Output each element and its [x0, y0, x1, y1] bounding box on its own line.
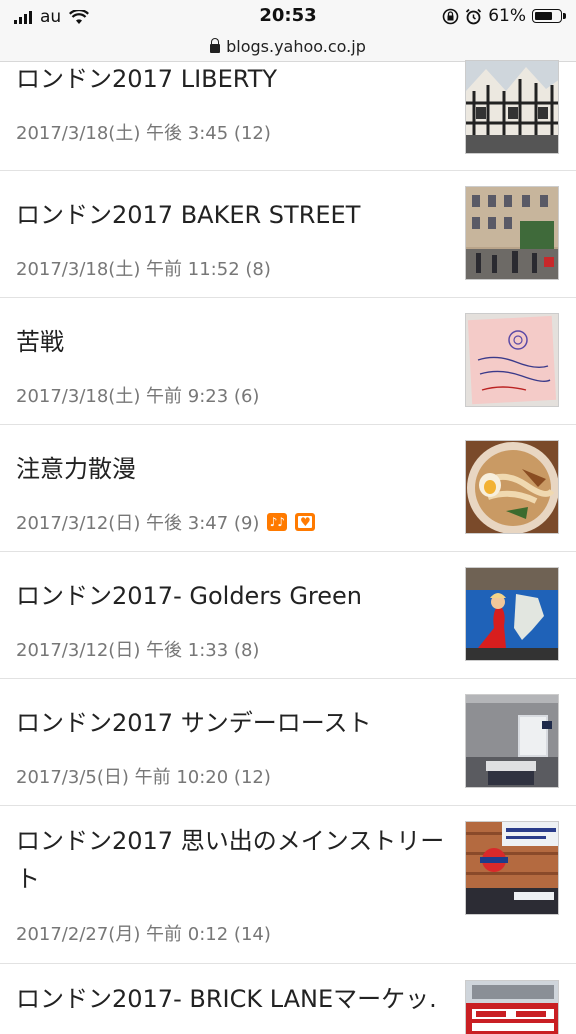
- list-item[interactable]: 注意力散漫 2017/3/12(日) 午後 3:47 (9) ♪♪ ♥: [0, 425, 576, 552]
- battery-icon: [532, 9, 566, 23]
- list-item[interactable]: ロンドン2017 LIBERTY 2017/3/18(土) 午後 3:45 (1…: [0, 60, 576, 171]
- post-title[interactable]: 注意力散漫: [16, 450, 456, 488]
- post-title[interactable]: ロンドン2017- Golders Green: [16, 577, 456, 615]
- list-item[interactable]: ロンドン2017 思い出のメインストリート 2017/2/27(月) 午前 0:…: [0, 806, 576, 964]
- heart-badge-icon: ♥: [295, 513, 316, 531]
- reader-badge-icon: ♪♪: [267, 513, 288, 531]
- address-bar[interactable]: blogs.yahoo.co.jp: [0, 32, 576, 62]
- post-thumbnail[interactable]: [465, 313, 559, 407]
- post-thumbnail[interactable]: [465, 980, 559, 1034]
- list-item[interactable]: ロンドン2017 サンデーロースト 2017/3/5(日) 午前 10:20 (…: [0, 679, 576, 806]
- post-meta: 2017/3/12(日) 午後 1:33 (8): [16, 640, 260, 661]
- post-title[interactable]: 苦戦: [16, 323, 456, 361]
- list-item[interactable]: ロンドン2017 BAKER STREET 2017/3/18(土) 午前 11…: [0, 171, 576, 298]
- url-text: blogs.yahoo.co.jp: [226, 37, 366, 56]
- post-thumbnail[interactable]: [465, 821, 559, 915]
- post-thumbnail[interactable]: [465, 60, 559, 154]
- lock-icon: [210, 38, 221, 53]
- post-meta: 2017/3/18(土) 午前 9:23 (6): [16, 386, 260, 407]
- post-list: ロンドン2017 LIBERTY 2017/3/18(土) 午後 3:45 (1…: [0, 60, 576, 1034]
- status-bar: au 20:53 61%: [0, 0, 576, 32]
- post-meta: 2017/3/12(日) 午後 3:47 (9) ♪♪ ♥: [16, 509, 316, 535]
- post-title[interactable]: ロンドン2017 サンデーロースト: [16, 704, 456, 742]
- orientation-lock-icon: [442, 8, 459, 24]
- list-item[interactable]: 苦戦 2017/3/18(土) 午前 9:23 (6): [0, 298, 576, 425]
- post-meta: 2017/3/18(土) 午後 3:45 (12): [16, 123, 271, 144]
- list-item[interactable]: ロンドン2017- Golders Green 2017/3/12(日) 午後 …: [0, 552, 576, 679]
- post-thumbnail[interactable]: [465, 440, 559, 534]
- post-thumbnail[interactable]: [465, 694, 559, 788]
- post-title[interactable]: ロンドン2017 思い出のメインストリート: [16, 822, 456, 898]
- battery-percent: 61%: [488, 6, 526, 26]
- post-meta: 2017/2/27(月) 午前 0:12 (14): [16, 924, 271, 945]
- status-right: 61%: [442, 6, 566, 26]
- post-thumbnail[interactable]: [465, 186, 559, 280]
- post-meta: 2017/3/5(日) 午前 10:20 (12): [16, 767, 271, 788]
- post-title[interactable]: ロンドン2017- BRICK LANEマーケッ.: [16, 980, 456, 1018]
- post-title[interactable]: ロンドン2017 BAKER STREET: [16, 196, 456, 234]
- alarm-icon: [466, 8, 482, 24]
- post-title[interactable]: ロンドン2017 LIBERTY: [16, 60, 456, 98]
- post-thumbnail[interactable]: [465, 567, 559, 661]
- post-meta: 2017/3/18(土) 午前 11:52 (8): [16, 259, 271, 280]
